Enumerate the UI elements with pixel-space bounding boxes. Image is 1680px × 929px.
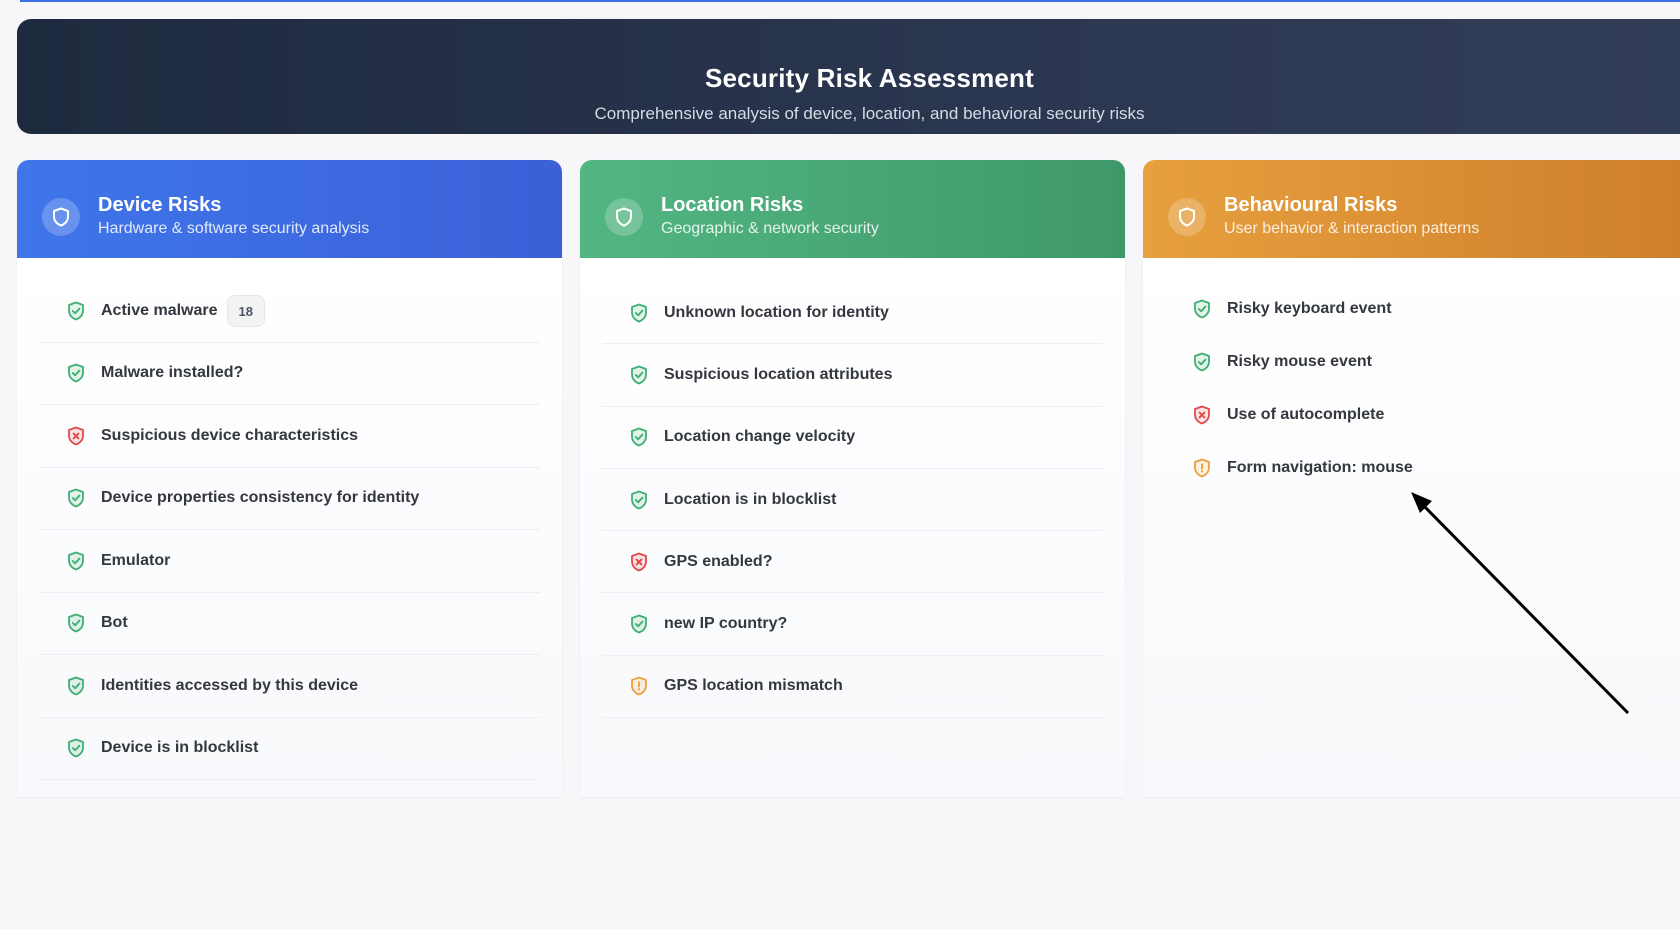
risk-item-label: GPS enabled? <box>664 552 773 570</box>
risk-item: Identities accessed by this device <box>39 655 540 718</box>
shield-check-icon <box>1193 299 1211 319</box>
risk-item-label: Bot <box>101 614 128 632</box>
risk-list: Active malware 18 Malware installed? Suspic… <box>39 280 540 780</box>
shield-alert-icon <box>1193 458 1211 478</box>
card-subtitle: Hardware & software security analysis <box>98 220 370 237</box>
shield-check-icon <box>67 363 85 383</box>
risk-item-label: Malware installed? <box>101 364 244 382</box>
shield-check-icon <box>67 676 85 696</box>
shield-check-icon <box>67 488 85 508</box>
risk-item: Device properties consistency for identi… <box>39 468 540 530</box>
risk-list: Risky keyboard event Risky mouse event Use… <box>1165 282 1658 494</box>
risk-item: Risky keyboard event <box>1165 282 1658 335</box>
risk-item: Suspicious location attributes <box>602 344 1103 407</box>
risk-item: Emulator <box>39 530 540 593</box>
behavioural-risks-card: Behavioural Risks User behavior & intera… <box>1143 160 1680 797</box>
shield-check-icon <box>67 551 85 571</box>
risk-item: Device is in blocklist <box>39 718 540 780</box>
shield-alert-icon <box>630 676 648 696</box>
risk-item-label: Unknown location for identity <box>664 303 889 321</box>
shield-check-icon <box>1193 352 1211 372</box>
risk-item-label: Device properties consistency for identi… <box>101 489 420 507</box>
shield-x-icon <box>630 552 648 572</box>
risk-item-label: new IP country? <box>664 615 788 633</box>
risk-item: Location change velocity <box>602 407 1103 469</box>
top-accent-bar <box>20 0 1680 2</box>
risk-item-label: Emulator <box>101 551 171 569</box>
risk-item-label: Identities accessed by this device <box>101 676 359 694</box>
card-header: Device Risks Hardware & software securit… <box>17 160 562 258</box>
risk-item: Active malware 18 <box>39 280 540 343</box>
page-subtitle: Comprehensive analysis of device, locati… <box>594 104 1145 123</box>
risk-item: Location is in blocklist <box>602 469 1103 532</box>
card-header: Location Risks Geographic & network secu… <box>580 160 1125 258</box>
risk-item-label: Use of autocomplete <box>1227 405 1385 423</box>
card-title: Device Risks <box>98 194 222 216</box>
shield-check-icon <box>630 303 648 323</box>
shield-x-icon <box>67 426 85 446</box>
risk-item: GPS location mismatch <box>602 656 1103 719</box>
risk-item: Risky mouse event <box>1165 335 1658 388</box>
risk-item: Suspicious device characteristics <box>39 405 540 468</box>
risk-list: Unknown location for identity Suspicious … <box>602 282 1103 719</box>
count-badge: 18 <box>226 294 265 327</box>
shield-check-icon <box>67 301 85 321</box>
shield-x-icon <box>1193 405 1211 425</box>
risk-item-label: Location is in blocklist <box>664 490 837 508</box>
shield-check-icon <box>630 365 648 385</box>
card-body: Risky keyboard event Risky mouse event Use… <box>1143 258 1680 797</box>
risk-item: GPS enabled? <box>602 531 1103 594</box>
risk-item-label: Location change velocity <box>664 428 856 446</box>
card-title: Behavioural Risks <box>1224 194 1398 216</box>
shield-check-icon <box>630 427 648 447</box>
risk-item-label: Risky mouse event <box>1227 352 1372 370</box>
risk-item: new IP country? <box>602 593 1103 656</box>
shield-check-icon <box>67 613 85 633</box>
card-title: Location Risks <box>661 194 804 216</box>
page-banner: Security Risk Assessment Comprehensive a… <box>17 19 1680 134</box>
risk-item-label: Device is in blocklist <box>101 739 259 757</box>
card-body: Unknown location for identity Suspicious … <box>580 258 1125 797</box>
risk-item: Bot <box>39 593 540 655</box>
shield-icon <box>42 198 80 236</box>
shield-check-icon <box>630 490 648 510</box>
shield-icon <box>605 198 643 236</box>
risk-item-label: Suspicious location attributes <box>664 365 893 383</box>
card-subtitle: Geographic & network security <box>661 220 879 237</box>
risk-item-label: Risky keyboard event <box>1227 299 1392 317</box>
page-title: Security Risk Assessment <box>704 63 1034 93</box>
device-risks-card: Device Risks Hardware & software securit… <box>17 160 562 797</box>
risk-item-label: Form navigation: mouse <box>1227 458 1413 476</box>
shield-icon <box>1168 198 1206 236</box>
card-body: Active malware 18 Malware installed? Suspic… <box>17 258 562 797</box>
location-risks-card: Location Risks Geographic & network secu… <box>580 160 1125 797</box>
risk-item: Unknown location for identity <box>602 282 1103 345</box>
card-subtitle: User behavior & interaction patterns <box>1224 220 1480 237</box>
risk-item: Form navigation: mouse <box>1165 441 1658 494</box>
card-header: Behavioural Risks User behavior & intera… <box>1143 160 1680 258</box>
risk-item-label: GPS location mismatch <box>664 677 843 695</box>
shield-check-icon <box>630 614 648 634</box>
risk-item-label: Suspicious device characteristics <box>101 426 359 444</box>
risk-item: Use of autocomplete <box>1165 388 1658 441</box>
risk-item: Malware installed? <box>39 343 540 405</box>
shield-check-icon <box>67 738 85 758</box>
risk-item-label: Active malware <box>101 301 218 319</box>
